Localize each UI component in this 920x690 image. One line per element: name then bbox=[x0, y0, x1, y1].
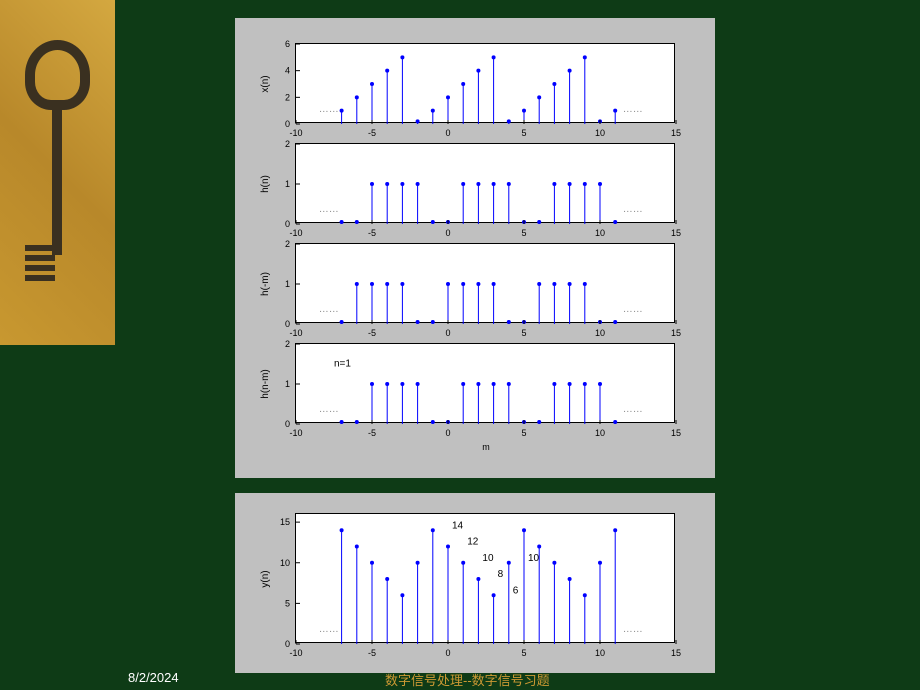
svg-text:-5: -5 bbox=[368, 228, 376, 238]
top-figure-panel: -10-50510150246x(n)………… -10-5051015012h(… bbox=[235, 18, 715, 478]
svg-text:-5: -5 bbox=[368, 328, 376, 338]
svg-text:0: 0 bbox=[285, 119, 290, 129]
svg-text:-5: -5 bbox=[368, 128, 376, 138]
svg-text:0: 0 bbox=[285, 219, 290, 229]
svg-text:10: 10 bbox=[595, 328, 605, 338]
svg-text:1: 1 bbox=[285, 179, 290, 189]
svg-text:15: 15 bbox=[280, 517, 290, 527]
svg-text:15: 15 bbox=[671, 328, 681, 338]
svg-text:h(-m): h(-m) bbox=[260, 272, 271, 296]
svg-text:10: 10 bbox=[595, 228, 605, 238]
axes-xn: -10-50510150246x(n)………… bbox=[295, 43, 675, 123]
svg-text:-10: -10 bbox=[289, 328, 302, 338]
svg-text:……: …… bbox=[623, 204, 643, 215]
axes-h-n-minus-m: -10-5051015012h(n-m)mn=1………… bbox=[295, 343, 675, 423]
sidebar-decorative-image bbox=[0, 0, 115, 345]
svg-text:15: 15 bbox=[671, 428, 681, 438]
svg-text:……: …… bbox=[623, 104, 643, 115]
svg-text:-10: -10 bbox=[289, 428, 302, 438]
svg-text:15: 15 bbox=[671, 128, 681, 138]
svg-text:-10: -10 bbox=[289, 648, 302, 658]
svg-text:5: 5 bbox=[521, 128, 526, 138]
svg-text:-5: -5 bbox=[368, 428, 376, 438]
svg-text:……: …… bbox=[319, 104, 339, 115]
svg-text:5: 5 bbox=[521, 428, 526, 438]
svg-text:0: 0 bbox=[445, 128, 450, 138]
svg-text:……: …… bbox=[319, 624, 339, 635]
svg-text:……: …… bbox=[623, 404, 643, 415]
axes-hn: -10-5051015012h(n)………… bbox=[295, 143, 675, 223]
svg-text:h(n-m): h(n-m) bbox=[260, 369, 271, 398]
svg-text:……: …… bbox=[319, 204, 339, 215]
svg-text:4: 4 bbox=[285, 66, 290, 76]
svg-text:14: 14 bbox=[452, 520, 464, 531]
svg-text:2: 2 bbox=[285, 92, 290, 102]
svg-text:10: 10 bbox=[280, 558, 290, 568]
svg-text:-10: -10 bbox=[289, 128, 302, 138]
svg-text:0: 0 bbox=[285, 419, 290, 429]
svg-text:0: 0 bbox=[445, 648, 450, 658]
svg-text:5: 5 bbox=[521, 328, 526, 338]
svg-text:m: m bbox=[482, 442, 490, 452]
svg-text:n=1: n=1 bbox=[334, 358, 351, 369]
svg-text:12: 12 bbox=[467, 537, 479, 548]
bottom-figure-panel: -10-5051015051015y(n)…………1412108610 bbox=[235, 493, 715, 673]
svg-text:……: …… bbox=[319, 404, 339, 415]
svg-text:0: 0 bbox=[285, 319, 290, 329]
svg-text:10: 10 bbox=[528, 553, 540, 564]
svg-text:2: 2 bbox=[285, 239, 290, 249]
svg-text:10: 10 bbox=[595, 128, 605, 138]
svg-text:……: …… bbox=[319, 304, 339, 315]
axes-h-minus-m: -10-5051015012h(-m)………… bbox=[295, 243, 675, 323]
svg-text:6: 6 bbox=[513, 585, 519, 596]
svg-text:2: 2 bbox=[285, 339, 290, 349]
svg-text:5: 5 bbox=[521, 648, 526, 658]
footer-title: 数字信号处理--数字信号习题 bbox=[385, 670, 550, 689]
svg-text:10: 10 bbox=[595, 648, 605, 658]
svg-text:1: 1 bbox=[285, 279, 290, 289]
svg-text:5: 5 bbox=[521, 228, 526, 238]
svg-text:……: …… bbox=[623, 624, 643, 635]
svg-text:-5: -5 bbox=[368, 648, 376, 658]
svg-text:10: 10 bbox=[595, 428, 605, 438]
svg-text:0: 0 bbox=[445, 428, 450, 438]
svg-text:15: 15 bbox=[671, 228, 681, 238]
svg-text:……: …… bbox=[623, 304, 643, 315]
svg-text:0: 0 bbox=[285, 639, 290, 649]
svg-text:5: 5 bbox=[285, 598, 290, 608]
svg-text:8: 8 bbox=[498, 569, 504, 580]
svg-text:-10: -10 bbox=[289, 228, 302, 238]
svg-text:2: 2 bbox=[285, 139, 290, 149]
svg-text:10: 10 bbox=[482, 553, 494, 564]
svg-text:h(n): h(n) bbox=[260, 175, 271, 193]
svg-text:0: 0 bbox=[445, 328, 450, 338]
svg-text:15: 15 bbox=[671, 648, 681, 658]
svg-text:y(n): y(n) bbox=[260, 570, 271, 587]
svg-text:x(n): x(n) bbox=[260, 75, 271, 92]
axes-yn: -10-5051015051015y(n)…………1412108610 bbox=[295, 513, 675, 643]
svg-text:1: 1 bbox=[285, 379, 290, 389]
footer-date: 8/2/2024 bbox=[128, 670, 179, 685]
svg-text:6: 6 bbox=[285, 39, 290, 49]
svg-text:0: 0 bbox=[445, 228, 450, 238]
key-icon bbox=[25, 40, 90, 255]
